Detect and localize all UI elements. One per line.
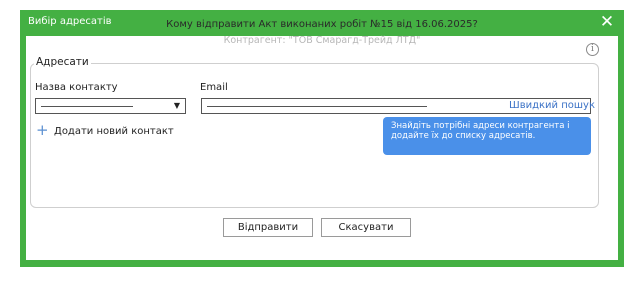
add-contact-button[interactable]: + Додати новий контакт: [36, 123, 174, 139]
chevron-down-icon[interactable]: ▼: [174, 102, 180, 110]
quick-search-link[interactable]: Швидкий пошук: [509, 100, 595, 111]
plus-icon: +: [36, 121, 49, 139]
send-button[interactable]: Відправити: [223, 218, 313, 237]
send-question: Кому відправити Акт виконаних робіт №15 …: [166, 19, 478, 30]
recipient-dialog: Вибір адресатів ✕ Кому відправити Акт ви…: [20, 10, 624, 267]
info-icon[interactable]: i: [586, 43, 599, 56]
email-label: Email: [200, 82, 228, 93]
hint-tooltip: Знайдіть потрібні адреси контрагента і д…: [383, 117, 591, 155]
recipients-legend: Адресати: [34, 56, 91, 68]
contact-select-placeholder-line: [41, 106, 133, 107]
email-placeholder-line: [207, 106, 427, 107]
contact-name-label: Назва контакту: [35, 82, 118, 93]
cancel-button[interactable]: Скасувати: [321, 218, 411, 237]
add-contact-label: Додати новий контакт: [54, 126, 174, 137]
contact-name-select[interactable]: ▼: [35, 98, 186, 114]
contractor-label: Контрагент: "ТОВ Смарагд-Трейд ЛТД": [223, 35, 421, 46]
